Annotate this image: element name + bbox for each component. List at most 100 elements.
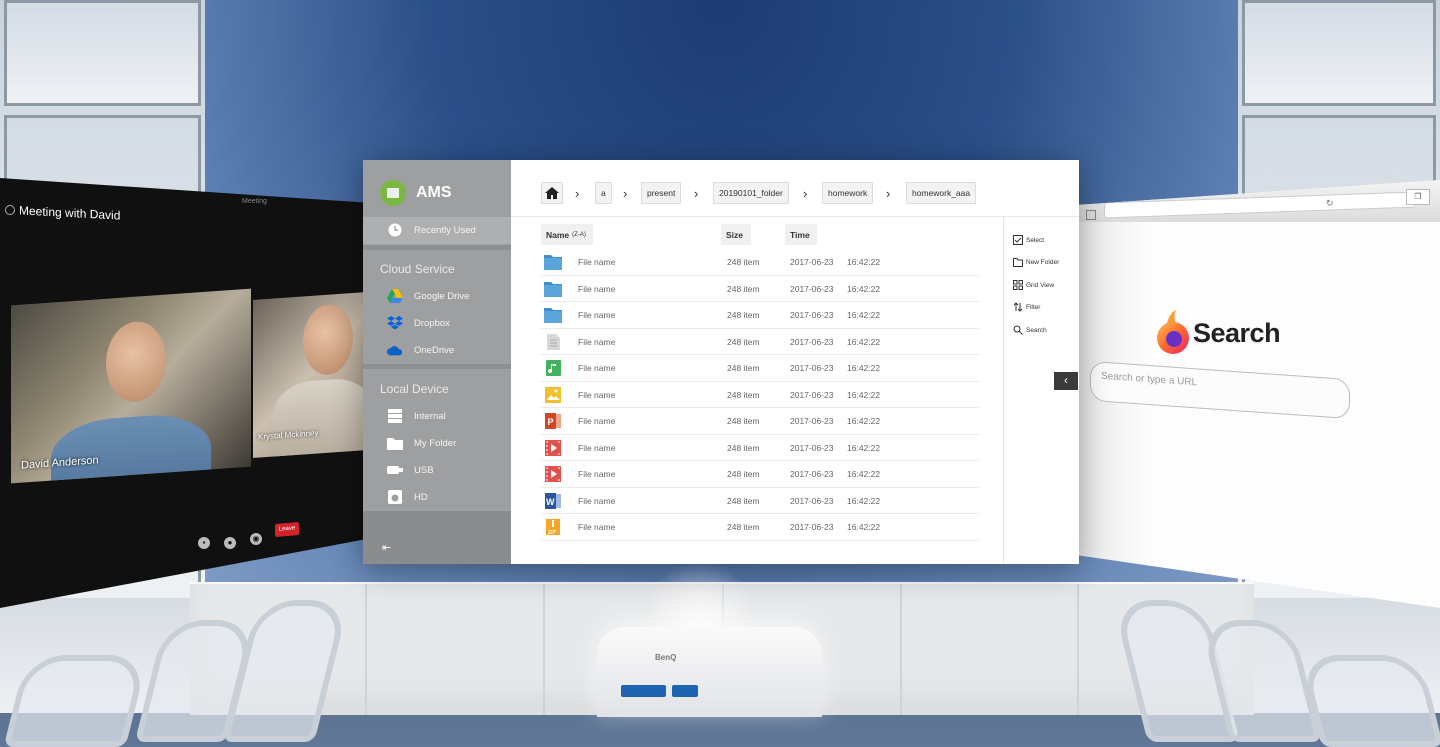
sidebar-item-usb[interactable]: USB	[387, 460, 434, 480]
file-row[interactable]: W File name 248 item 2017-06-23 16:42:22	[541, 488, 979, 514]
projector: BenQ	[597, 627, 822, 717]
powerpoint-icon: P	[544, 413, 562, 429]
search-placeholder: Search or type a URL	[1101, 370, 1198, 389]
file-date: 2017-06-23	[790, 363, 834, 373]
sidebar-item-my-folder[interactable]: My Folder	[387, 433, 456, 453]
file-date: 2017-06-23	[790, 283, 834, 294]
breadcrumb-item[interactable]: 20190101_folder	[713, 182, 789, 204]
file-row[interactable]: File name 248 item 2017-06-23 16:42:22	[541, 302, 979, 329]
breadcrumb-item[interactable]: present	[641, 182, 682, 204]
camera-icon[interactable]: ◉	[250, 533, 262, 545]
file-name: File name	[578, 389, 616, 400]
usb-icon	[387, 463, 403, 477]
file-name: File name	[578, 363, 616, 373]
column-header-name[interactable]: Name (Z-A)	[541, 224, 593, 245]
collapse-panel-button[interactable]: ‹	[1054, 372, 1078, 390]
file-row[interactable]: File name 248 item 2017-06-23 16:42:22	[541, 461, 979, 488]
zip-icon: ZIP	[544, 519, 562, 536]
search-icon	[1013, 325, 1023, 335]
dropbox-icon	[387, 316, 403, 330]
sidebar-item-google-drive[interactable]: Google Drive	[387, 286, 469, 306]
grid-icon	[1013, 280, 1023, 290]
sidebar-item-hd[interactable]: HD	[387, 487, 428, 507]
folder-icon	[544, 254, 562, 270]
record-icon[interactable]: ●	[224, 537, 236, 549]
file-row[interactable]: P File name 248 item 2017-06-23 16:42:22	[541, 408, 979, 435]
sidebar-item-recently-used[interactable]: Recently Used	[387, 220, 476, 240]
file-size: 248 item	[727, 389, 760, 400]
browser-brand: Search	[1193, 318, 1281, 348]
firefox-logo-icon	[1157, 310, 1189, 354]
music-icon	[544, 360, 562, 376]
breadcrumb-item[interactable]: homework	[822, 182, 874, 204]
google-drive-icon	[387, 289, 403, 303]
file-time: 16:42:22	[847, 363, 881, 373]
file-name: File name	[578, 442, 616, 453]
breadcrumb: › a › present › 20190101_folder › homewo…	[511, 160, 1079, 217]
folder-icon	[544, 281, 562, 297]
column-header-size[interactable]: Size	[721, 224, 751, 245]
chat-icon[interactable]: ▪	[198, 537, 210, 549]
file-time: 16:42:22	[847, 522, 881, 532]
exit-icon[interactable]: ⇤	[382, 541, 391, 554]
chevron-right-icon: ›	[623, 186, 628, 201]
folder-icon	[387, 436, 403, 450]
cloud-service-heading: Cloud Service	[380, 262, 455, 276]
file-row[interactable]: ZIP File name 248 item 2017-06-23 16:42:22	[541, 514, 979, 541]
filter-button[interactable]: Filter	[1013, 302, 1040, 312]
ams-logo-icon	[380, 180, 406, 206]
sidebar-item-dropbox[interactable]: Dropbox	[387, 313, 450, 333]
svg-text:W: W	[546, 497, 555, 507]
file-time: 16:42:22	[847, 389, 881, 400]
file-row[interactable]: File name 248 item 2017-06-23 16:42:22	[541, 329, 979, 355]
chevron-right-icon: ›	[575, 186, 580, 201]
file-date: 2017-06-23	[790, 442, 834, 453]
file-size: 248 item	[727, 469, 760, 479]
home-icon	[545, 187, 559, 199]
chevron-right-icon: ›	[886, 186, 891, 201]
file-time: 16:42:22	[847, 442, 881, 453]
sidebar-item-internal[interactable]: Internal	[387, 406, 446, 426]
file-name: File name	[578, 310, 616, 320]
file-row[interactable]: File name 248 item 2017-06-23 16:42:22	[541, 249, 979, 276]
breadcrumb-item[interactable]: a	[595, 182, 612, 204]
video-icon	[544, 439, 562, 456]
file-name: File name	[578, 469, 616, 479]
chevron-left-icon: ‹	[1064, 373, 1068, 387]
storage-icon	[387, 409, 403, 423]
video-icon	[544, 466, 562, 482]
reload-icon[interactable]: ↻	[1326, 198, 1334, 209]
local-device-heading: Local Device	[380, 382, 449, 396]
file-size: 248 item	[727, 336, 760, 347]
video-tile-side: Krystal Mckinney	[253, 292, 365, 458]
breadcrumb-item[interactable]: homework_aaa	[906, 182, 977, 204]
home-button[interactable]	[541, 182, 563, 204]
search-input[interactable]: Search or type a URL	[1090, 360, 1350, 420]
file-time: 16:42:22	[847, 283, 881, 294]
file-row[interactable]: File name 248 item 2017-06-23 16:42:22	[541, 355, 979, 382]
sidebar-icon[interactable]	[1086, 210, 1096, 220]
word-icon: W	[544, 492, 562, 509]
grid-view-button[interactable]: Grid View	[1013, 280, 1054, 290]
file-row[interactable]: File name 248 item 2017-06-23 16:42:22	[541, 382, 979, 408]
chevron-right-icon: ›	[803, 186, 808, 201]
leave-button[interactable]: Leave	[275, 521, 299, 538]
sidebar-footer: ⇤	[363, 511, 511, 564]
column-header-time[interactable]: Time	[785, 224, 817, 245]
tabs-icon[interactable]: ❐	[1406, 189, 1430, 205]
select-button[interactable]: Select	[1013, 235, 1044, 245]
meeting-subtitle: Meeting	[242, 198, 267, 205]
file-date: 2017-06-23	[790, 389, 834, 400]
file-size: 248 item	[727, 522, 760, 532]
file-date: 2017-06-23	[790, 310, 834, 320]
info-icon[interactable]	[5, 205, 15, 215]
svg-text:P: P	[548, 417, 554, 427]
search-button[interactable]: Search	[1013, 325, 1047, 335]
file-row[interactable]: File name 248 item 2017-06-23 16:42:22	[541, 276, 979, 302]
file-row[interactable]: File name 248 item 2017-06-23 16:42:22	[541, 435, 979, 461]
file-date: 2017-06-23	[790, 522, 834, 532]
chevron-right-icon: ›	[694, 186, 699, 201]
new-folder-button[interactable]: New Folder	[1013, 257, 1059, 267]
projector-beam	[640, 560, 760, 630]
sidebar-item-onedrive[interactable]: OneDrive	[387, 340, 454, 360]
